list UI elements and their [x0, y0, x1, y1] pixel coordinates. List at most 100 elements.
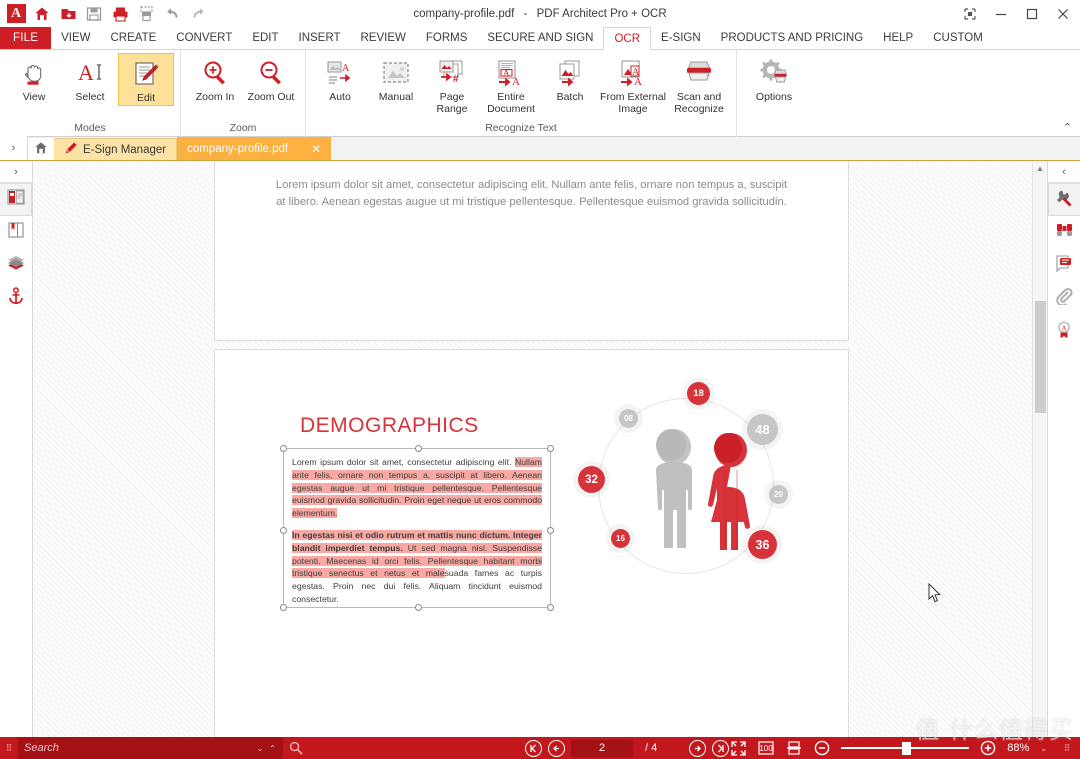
edit-mode-label: Edit	[136, 92, 156, 104]
menu-item-insert[interactable]: INSERT	[289, 27, 351, 49]
sidebar-item-tools[interactable]	[1048, 183, 1080, 216]
view-mode-button[interactable]: View	[6, 53, 62, 104]
select-mode-button[interactable]: A Select	[62, 53, 118, 104]
right-sidebar-collapse-button[interactable]: ‹	[1048, 161, 1080, 183]
search-input[interactable]	[24, 742, 252, 754]
search-box[interactable]: ⌄ ⌃	[18, 737, 283, 759]
vertical-scrollbar[interactable]: ▲	[1032, 161, 1047, 737]
menu-item-edit[interactable]: EDIT	[242, 27, 288, 49]
edit-mode-button[interactable]: Edit	[118, 53, 174, 106]
sidebar-item-page-thumbnails[interactable]	[0, 183, 32, 216]
menu-item-create[interactable]: CREATE	[100, 27, 166, 49]
previous-page-button[interactable]	[548, 739, 566, 757]
open-icon[interactable]	[56, 3, 80, 25]
menu-item-products-and-pricing[interactable]: PRODUCTS AND PRICING	[711, 27, 874, 49]
infographic-bubble-08[interactable]: 08	[619, 409, 638, 428]
resize-handle-top-left[interactable]	[280, 445, 287, 452]
first-page-button[interactable]	[525, 739, 543, 757]
maximize-button[interactable]	[1016, 2, 1047, 26]
next-page-button[interactable]	[689, 739, 707, 757]
ribbon-collapse-button[interactable]: ⌃	[1063, 121, 1072, 134]
current-page-input[interactable]: 2	[571, 739, 634, 757]
close-button[interactable]	[1047, 2, 1078, 26]
undo-icon[interactable]	[160, 3, 184, 25]
infographic-bubble-18[interactable]: 18	[687, 382, 710, 405]
ocr-manual-button[interactable]: Manual	[368, 53, 424, 104]
selected-text-box[interactable]: Lorem ipsum dolor sit amet, consectetur …	[280, 445, 554, 611]
tab-esign-manager[interactable]: E-Sign Manager	[54, 138, 178, 160]
resize-handle-top-right[interactable]	[547, 445, 554, 452]
sidebar-item-bookmarks[interactable]	[0, 216, 32, 249]
resize-handle-top-center[interactable]	[415, 445, 422, 452]
scroll-up-arrow[interactable]: ▲	[1033, 161, 1047, 176]
menu-item-help[interactable]: HELP	[873, 27, 923, 49]
menu-item-secure-and-sign[interactable]: SECURE AND SIGN	[477, 27, 603, 49]
search-next-icon[interactable]: ⌄	[256, 744, 265, 753]
sidebar-item-anchors[interactable]	[0, 282, 32, 315]
document-view[interactable]: Lorem ipsum dolor sit amet, consectetur …	[33, 161, 1047, 737]
resize-handle-middle-right[interactable]	[547, 527, 554, 534]
tab-close-icon[interactable]: ✕	[311, 142, 321, 156]
ocr-auto-button[interactable]: A Auto	[312, 53, 368, 104]
pdf-page-2[interactable]: DEMOGRAPHICS Lorem ipsum dolor sit amet,…	[214, 349, 849, 737]
sidebar-item-comments[interactable]	[1048, 249, 1080, 282]
options-button[interactable]: Options	[743, 53, 805, 104]
menu-item-review[interactable]: REVIEW	[350, 27, 415, 49]
ocr-page-range-button[interactable]: # Page Range	[424, 53, 480, 115]
app-logo[interactable]: A	[4, 3, 28, 25]
zoom-slider[interactable]	[841, 740, 970, 756]
infographic-bubble-16[interactable]: 16	[611, 529, 630, 548]
comment-icon	[1055, 254, 1073, 277]
tab-home[interactable]	[28, 138, 54, 160]
infographic-bubble-48[interactable]: 48	[747, 414, 778, 445]
sidebar-item-signatures[interactable]: A	[1048, 315, 1080, 348]
ocr-entire-document-button[interactable]: A A Entire Document	[480, 53, 542, 115]
scan-and-recognize-button[interactable]: Scan and Recognize	[668, 53, 730, 115]
zoom-slider-knob[interactable]	[902, 741, 912, 755]
redo-icon[interactable]	[186, 3, 210, 25]
menu-item-forms[interactable]: FORMS	[416, 27, 478, 49]
restore-small-button[interactable]	[954, 2, 985, 26]
resize-handle-middle-left[interactable]	[280, 527, 287, 534]
scanner-icon	[683, 56, 715, 90]
sidebar-item-layers[interactable]	[0, 249, 32, 282]
last-page-button[interactable]	[712, 739, 730, 757]
infographic-bubble-20[interactable]: 20	[769, 485, 788, 504]
zoom-dropdown-icon[interactable]: ⌄	[1039, 744, 1048, 753]
actual-size-icon[interactable]: 100	[757, 740, 775, 756]
home-icon[interactable]	[30, 3, 54, 25]
zoom-in-button[interactable]	[979, 740, 997, 756]
infographic-bubble-36[interactable]: 36	[748, 530, 777, 559]
ocr-batch-button[interactable]: Batch	[542, 53, 598, 104]
tab-company-profile-pdf[interactable]: company-profile.pdf ✕	[177, 137, 332, 160]
sidebar-item-attachments[interactable]	[1048, 282, 1080, 315]
resize-handle-bottom-right[interactable]	[547, 604, 554, 611]
search-prev-icon[interactable]: ⌃	[268, 744, 277, 753]
menu-item-e-sign[interactable]: E-SIGN	[651, 27, 711, 49]
page-layout-icon[interactable]	[785, 740, 803, 756]
menu-item-file[interactable]: FILE	[0, 27, 52, 49]
resize-handle-bottom-left[interactable]	[280, 604, 287, 611]
vertical-scrollbar-thumb[interactable]	[1035, 301, 1046, 413]
fit-page-icon[interactable]	[729, 740, 747, 756]
menu-item-convert[interactable]: CONVERT	[166, 27, 242, 49]
ocr-external-image-button[interactable]: A A From External Image	[598, 53, 668, 115]
search-icon[interactable]	[283, 741, 309, 755]
status-resize-grip[interactable]: ⠿	[1058, 743, 1076, 754]
zoom-out-button[interactable]: Zoom Out	[243, 53, 299, 104]
menu-item-view[interactable]: VIEW	[51, 27, 100, 49]
minimize-button[interactable]	[985, 2, 1016, 26]
tabstrip-expand-button[interactable]: ›	[0, 136, 28, 160]
pdf-page-1[interactable]: Lorem ipsum dolor sit amet, consectetur …	[214, 161, 849, 341]
infographic-bubble-32[interactable]: 32	[578, 466, 605, 493]
zoom-in-button[interactable]: Zoom In	[187, 53, 243, 104]
zoom-out-button[interactable]	[813, 740, 831, 756]
left-sidebar-expand-button[interactable]: ›	[0, 161, 32, 183]
ocr-manual-label: Manual	[378, 91, 414, 103]
sidebar-item-search[interactable]	[1048, 216, 1080, 249]
menu-item-ocr[interactable]: OCR	[603, 27, 652, 50]
print-preview-icon[interactable]	[134, 3, 158, 25]
print-icon[interactable]	[108, 3, 132, 25]
save-icon[interactable]	[82, 3, 106, 25]
menu-item-custom[interactable]: CUSTOM	[923, 27, 993, 49]
